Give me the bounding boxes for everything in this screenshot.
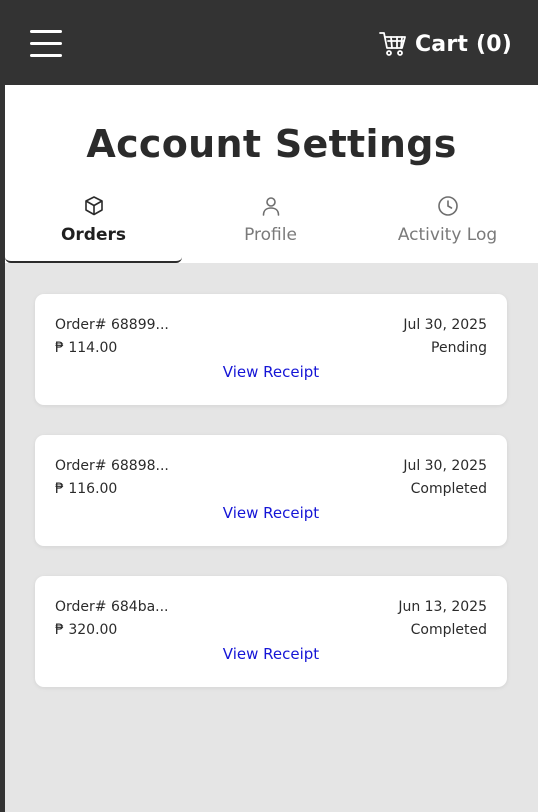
orders-list: Order# 68899... ₱ 114.00 Jul 30, 2025 Pe… (35, 294, 507, 717)
tab-profile[interactable]: Profile (182, 193, 359, 263)
settings-header: Account Settings Orders Profile Activity… (5, 85, 538, 263)
order-status: Completed (410, 622, 487, 638)
tab-label: Orders (60, 225, 127, 245)
order-status: Completed (410, 481, 487, 497)
order-price: ₱ 116.00 (55, 481, 118, 497)
order-date: Jun 13, 2025 (398, 599, 487, 615)
tab-label: Profile (244, 225, 297, 245)
hamburger-menu-icon[interactable] (30, 30, 62, 57)
tab-label: Activity Log (397, 225, 498, 245)
account-settings-page: Account Settings Orders Profile Activity… (5, 85, 538, 812)
order-id: Order# 684ba... (55, 599, 169, 615)
order-id: Order# 68898... (55, 458, 169, 474)
cart-button[interactable]: Cart (0) (379, 28, 512, 60)
order-card: Order# 68898... ₱ 116.00 Jul 30, 2025 Co… (35, 435, 507, 546)
order-price: ₱ 114.00 (55, 340, 118, 356)
tab-orders[interactable]: Orders (5, 193, 182, 263)
view-receipt-link[interactable]: View Receipt (35, 504, 507, 522)
order-date: Jul 30, 2025 (403, 317, 487, 333)
order-card: Order# 68899... ₱ 114.00 Jul 30, 2025 Pe… (35, 294, 507, 405)
hamburger-line (30, 42, 62, 45)
clock-icon (437, 196, 458, 216)
order-status: Pending (431, 340, 487, 356)
settings-tabs: Orders Profile Activity Log (5, 193, 538, 263)
page-title: Account Settings (86, 122, 457, 166)
order-price: ₱ 320.00 (55, 622, 118, 638)
cart-label: Cart (0) (414, 31, 512, 57)
view-receipt-link[interactable]: View Receipt (35, 645, 507, 663)
order-id: Order# 68899... (55, 317, 169, 333)
hamburger-line (30, 30, 62, 33)
box-icon (84, 196, 103, 216)
tab-activity-log[interactable]: Activity Log (359, 193, 536, 263)
order-card: Order# 684ba... ₱ 320.00 Jun 13, 2025 Co… (35, 576, 507, 687)
order-date: Jul 30, 2025 (403, 458, 487, 474)
user-icon (262, 197, 279, 216)
view-receipt-link[interactable]: View Receipt (35, 363, 507, 381)
top-navbar: Cart (0) (0, 0, 538, 85)
shopping-cart-icon (379, 32, 406, 56)
hamburger-line (30, 54, 62, 57)
